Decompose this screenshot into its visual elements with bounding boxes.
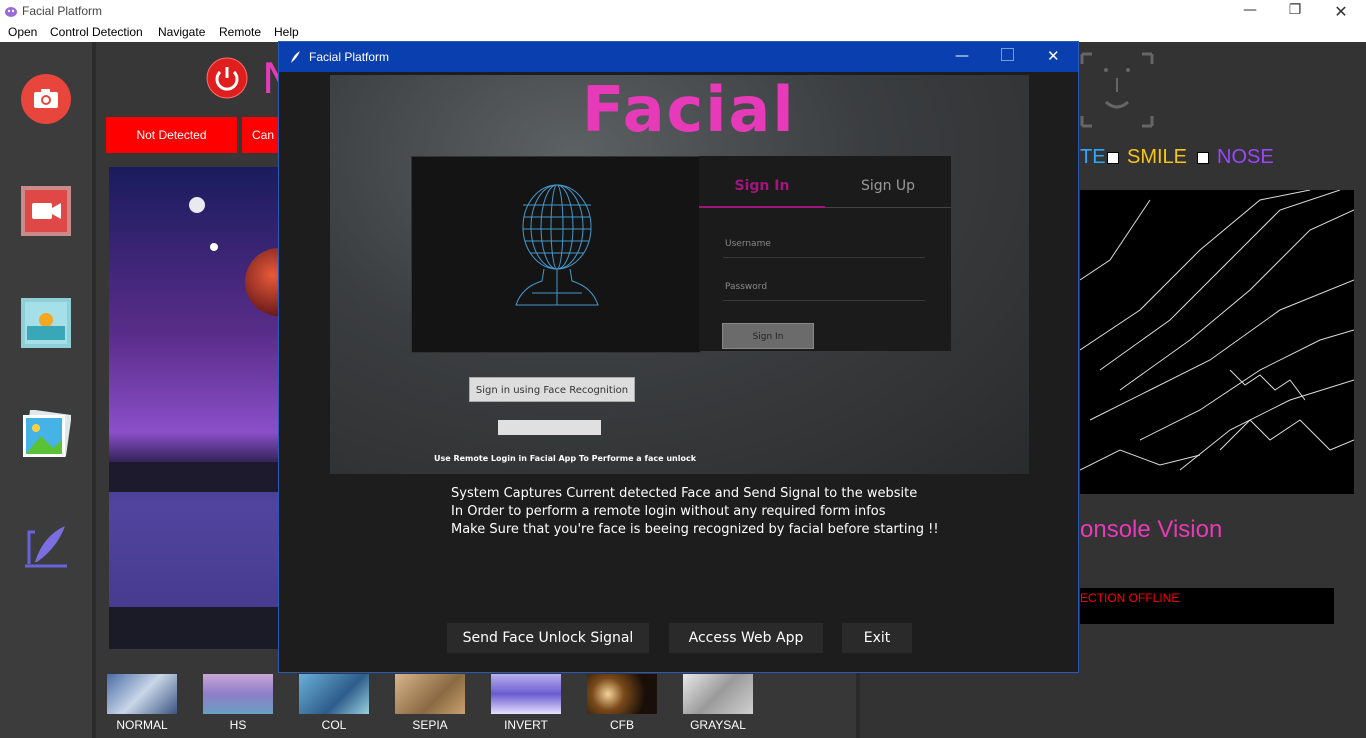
power-icon[interactable] xyxy=(206,57,248,99)
dialog-minimize-icon[interactable]: — xyxy=(955,48,969,64)
access-web-app-button[interactable]: Access Web App xyxy=(669,623,823,653)
face-mesh-icon xyxy=(515,184,599,306)
filter-thumb-hs[interactable] xyxy=(203,674,273,714)
filter-label[interactable]: SEPIA xyxy=(385,718,475,732)
check-label-smile: SMILE xyxy=(1127,146,1188,168)
restore-icon[interactable]: ❐ xyxy=(1280,2,1310,18)
console-status: ECTION OFFLINE xyxy=(1080,591,1180,605)
smile-checkbox[interactable] xyxy=(1107,152,1119,164)
menu-remote[interactable]: Remote xyxy=(219,25,261,39)
gallery-icon[interactable] xyxy=(21,410,71,460)
minimize-icon[interactable]: — xyxy=(1235,2,1265,18)
check-label-te: TE xyxy=(1080,146,1106,168)
tab-sign-in[interactable]: Sign In xyxy=(699,156,825,208)
close-icon[interactable]: ✕ xyxy=(1326,2,1356,21)
filter-label[interactable]: COL xyxy=(289,718,379,732)
filter-thumb-normal[interactable] xyxy=(107,674,177,714)
facial-platform-dialog: Facial Platform — ✕ Facial Sign In Sign … xyxy=(278,41,1079,673)
info-line: Make Sure that you're face is beeing rec… xyxy=(451,522,939,537)
dialog-close-icon[interactable]: ✕ xyxy=(1047,47,1060,65)
filter-thumb-invert[interactable] xyxy=(491,674,561,714)
menu-open[interactable]: Open xyxy=(8,25,37,39)
sign-in-button[interactable]: Sign In xyxy=(722,323,814,349)
username-field[interactable]: Username xyxy=(723,225,925,258)
app-logo-icon xyxy=(5,7,17,17)
menu-bar: Open Control Detection Navigate Remote H… xyxy=(0,24,1366,42)
menu-help[interactable]: Help xyxy=(274,25,299,39)
face-mesh-card xyxy=(411,156,701,353)
filter-label[interactable]: CFB xyxy=(577,718,667,732)
login-card: Sign In Sign Up Username Password Sign I… xyxy=(699,156,951,351)
face-recognition-signin-button[interactable]: Sign in using Face Recognition xyxy=(469,377,635,402)
username-placeholder: Username xyxy=(725,239,771,249)
feather-icon xyxy=(291,51,300,63)
quill-icon[interactable] xyxy=(21,522,71,572)
filter-label[interactable]: NORMAL xyxy=(97,718,187,732)
menu-control-detection[interactable]: Control Detection xyxy=(50,25,143,39)
face-scan-icon xyxy=(1080,52,1154,128)
send-face-unlock-button[interactable]: Send Face Unlock Signal xyxy=(447,623,649,653)
menu-navigate[interactable]: Navigate xyxy=(158,25,205,39)
console-box: ECTION OFFLINE xyxy=(1080,588,1334,624)
main-title-bar: Facial Platform — ❐ ✕ xyxy=(0,0,1366,24)
facial-logo: Facial xyxy=(582,75,796,146)
camera-feed xyxy=(109,167,279,649)
password-placeholder: Password xyxy=(725,282,768,292)
tab-sign-up[interactable]: Sign Up xyxy=(825,156,951,208)
dialog-maximize-icon xyxy=(1001,48,1014,61)
info-line: System Captures Current detected Face an… xyxy=(451,486,918,501)
filter-thumb-sepia[interactable] xyxy=(395,674,465,714)
detection-status: Not Detected xyxy=(106,117,237,153)
filter-label[interactable]: GRAYSAL xyxy=(673,718,763,732)
dialog-title-bar: Facial Platform — ✕ xyxy=(279,42,1078,72)
filter-thumb-cfb[interactable] xyxy=(587,674,657,714)
filter-thumb-grayscale[interactable] xyxy=(683,674,753,714)
remote-login-hint: Use Remote Login in Facial App To Perfor… xyxy=(434,454,697,463)
secondary-status: Can xyxy=(242,117,282,153)
edge-detection-view xyxy=(1080,190,1354,494)
exit-button[interactable]: Exit xyxy=(842,623,912,653)
filter-thumb-col[interactable] xyxy=(299,674,369,714)
dialog-title: Facial Platform xyxy=(309,50,390,64)
web-app-preview: Facial Sign In Sign Up Username Password… xyxy=(330,75,1029,474)
check-label-nose: NOSE xyxy=(1217,146,1274,168)
camera-icon[interactable] xyxy=(21,74,71,124)
main-window-title: Facial Platform xyxy=(22,4,103,18)
filter-label[interactable]: INVERT xyxy=(481,718,571,732)
video-icon[interactable] xyxy=(21,186,71,236)
sidebar xyxy=(0,42,92,738)
image-filter-icon[interactable] xyxy=(21,298,71,348)
info-line: In Order to perform a remote login witho… xyxy=(451,504,886,519)
password-field[interactable]: Password xyxy=(723,268,925,301)
nose-checkbox[interactable] xyxy=(1197,152,1209,164)
console-vision-title: onsole Vision xyxy=(1080,516,1223,543)
progress-bar xyxy=(498,420,601,435)
filter-label[interactable]: HS xyxy=(193,718,283,732)
